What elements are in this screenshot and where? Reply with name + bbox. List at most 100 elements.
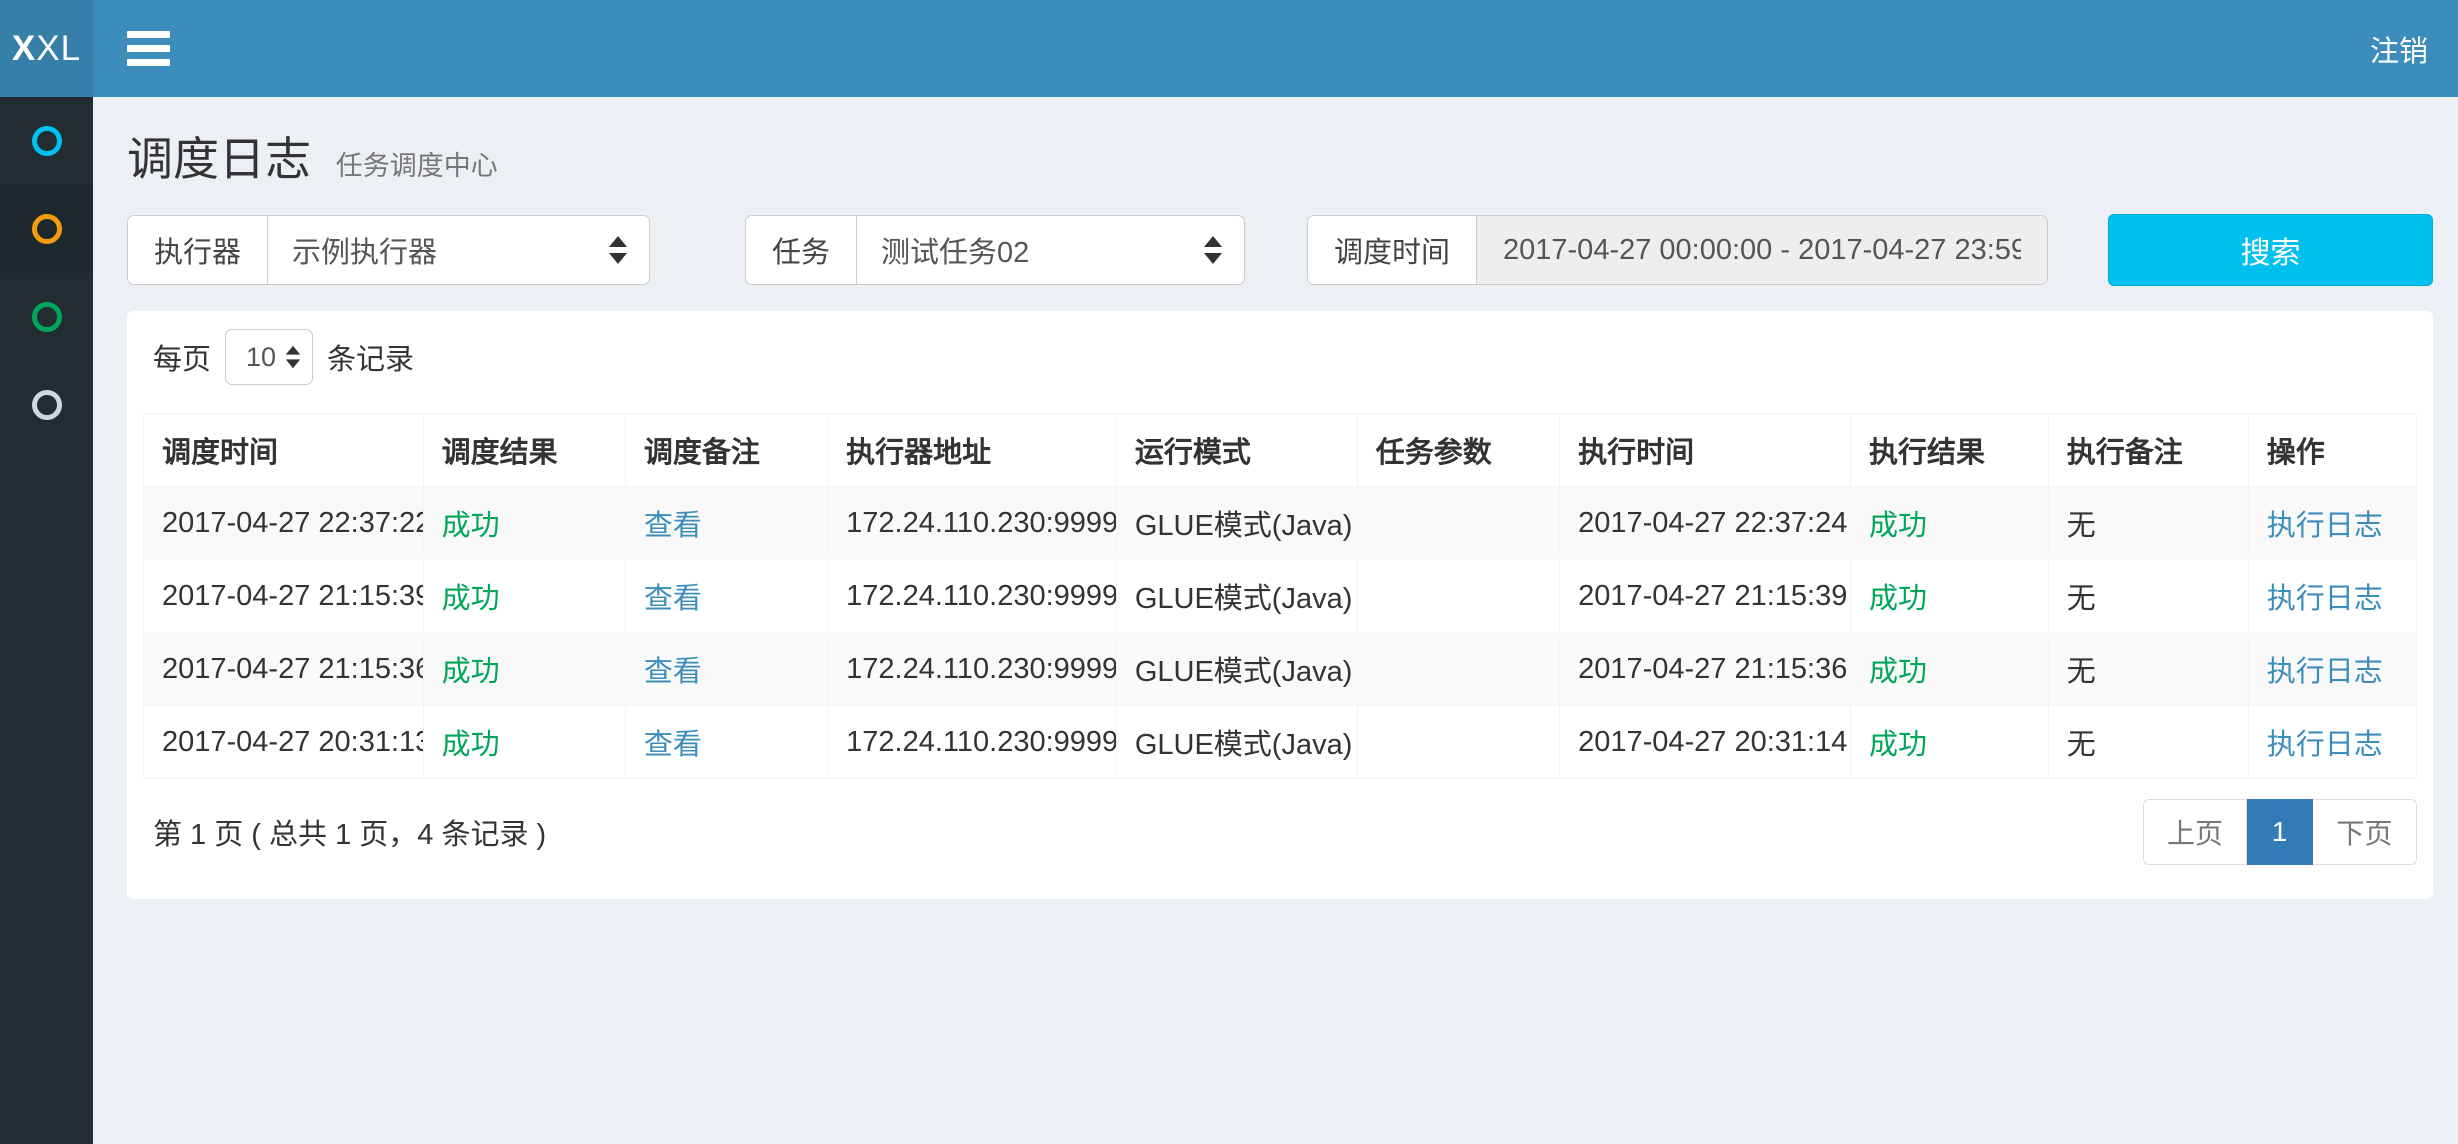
content-area: 调度日志 任务调度中心 执行器 示例执行器 任务 测试任务02 调度时间 搜索 … <box>93 97 2458 1144</box>
cell-text <box>1357 706 1559 779</box>
select-arrows-icon <box>1204 236 1222 264</box>
cell-text: 2017-04-27 21:15:36 <box>144 633 424 706</box>
view-trigger-msg-link[interactable]: 查看 <box>644 510 702 542</box>
sidebar-menu-item-3[interactable] <box>0 273 93 361</box>
top-navbar: XXL 注销 <box>0 0 2458 97</box>
cell-text: 2017-04-27 22:37:22 <box>144 487 424 560</box>
current-page-button[interactable]: 1 <box>2247 799 2313 865</box>
pagination: 上页 1 下页 <box>2143 799 2417 865</box>
select-arrows-icon <box>609 236 627 264</box>
job-selected-value: 测试任务02 <box>881 229 1029 271</box>
column-header-2: 调度结果 <box>423 414 625 487</box>
circle-icon <box>32 126 62 156</box>
column-header-6: 任务参数 <box>1357 414 1559 487</box>
navbar: 注销 <box>93 0 2458 97</box>
view-trigger-msg-link[interactable]: 查看 <box>644 656 702 688</box>
cell-text <box>1357 560 1559 633</box>
cell-text: 无 <box>2048 487 2248 560</box>
app-logo[interactable]: XXL <box>0 0 93 97</box>
page-length-value: 10 <box>246 342 276 373</box>
prev-page-button[interactable]: 上页 <box>2143 799 2247 865</box>
cell-text: 2017-04-27 22:37:24 <box>1560 487 1851 560</box>
trigger-time-filter-group: 调度时间 <box>1307 215 2048 285</box>
sidebar-menu-item-4[interactable] <box>0 361 93 449</box>
executor-select[interactable]: 示例执行器 <box>267 216 649 284</box>
status-text: 成功 <box>1869 729 1927 761</box>
search-button[interactable]: 搜索 <box>2108 214 2433 286</box>
circle-icon <box>32 302 62 332</box>
status-text: 成功 <box>1869 583 1927 615</box>
exec-log-link[interactable]: 执行日志 <box>2267 510 2383 542</box>
hamburger-icon <box>127 59 170 66</box>
cell-text: 2017-04-27 20:31:13 <box>144 706 424 779</box>
sidebar-menu-item-2[interactable] <box>0 185 93 273</box>
log-table-panel: 每页 10 条记录 调度时间调度结果调度备注执行器地址运行模式任务参数执行时间执… <box>127 311 2433 899</box>
log-table: 调度时间调度结果调度备注执行器地址运行模式任务参数执行时间执行结果执行备注操作 … <box>143 413 2417 779</box>
job-select[interactable]: 测试任务02 <box>856 216 1244 284</box>
cell-text: 2017-04-27 20:31:14 <box>1560 706 1851 779</box>
table-row: 2017-04-27 21:15:36 成功 查看 172.24.110.230:99… <box>144 633 2417 706</box>
app-logo-rest: XL <box>36 29 81 69</box>
exec-log-link[interactable]: 执行日志 <box>2267 583 2383 615</box>
cell-text: 2017-04-27 21:15:39 <box>1560 560 1851 633</box>
hamburger-icon <box>127 31 170 38</box>
view-trigger-msg-link[interactable]: 查看 <box>644 583 702 615</box>
table-row: 2017-04-27 20:31:13 成功 查看 172.24.110.230:99… <box>144 706 2417 779</box>
cell-text: GLUE模式(Java) <box>1116 487 1357 560</box>
pagination-info: 第 1 页 ( 总共 1 页，4 条记录 ) <box>153 811 546 853</box>
column-header-4: 执行器地址 <box>828 414 1117 487</box>
cell-text: 2017-04-27 21:15:36 <box>1560 633 1851 706</box>
column-header-8: 执行结果 <box>1851 414 2049 487</box>
circle-icon <box>32 390 62 420</box>
cell-text: 172.24.110.230:9999 <box>828 487 1117 560</box>
sidebar-toggle-button[interactable] <box>93 0 204 97</box>
exec-log-link[interactable]: 执行日志 <box>2267 729 2383 761</box>
status-text: 成功 <box>442 656 500 688</box>
trigger-time-label: 调度时间 <box>1308 216 1476 284</box>
cell-text <box>1357 633 1559 706</box>
page-title: 调度日志 <box>127 133 311 185</box>
next-page-button[interactable]: 下页 <box>2313 799 2417 865</box>
cell-text: 无 <box>2048 633 2248 706</box>
cell-text: GLUE模式(Java) <box>1116 706 1357 779</box>
table-footer: 第 1 页 ( 总共 1 页，4 条记录 ) 上页 1 下页 <box>143 799 2417 865</box>
status-text: 成功 <box>1869 510 1927 542</box>
exec-log-link[interactable]: 执行日志 <box>2267 656 2383 688</box>
column-header-10: 操作 <box>2248 414 2416 487</box>
cell-text: 172.24.110.230:9999 <box>828 633 1117 706</box>
job-filter-group: 任务 测试任务02 <box>745 215 1245 285</box>
column-header-7: 执行时间 <box>1560 414 1851 487</box>
column-header-3: 调度备注 <box>625 414 827 487</box>
cell-text: 172.24.110.230:9999 <box>828 706 1117 779</box>
logout-link[interactable]: 注销 <box>2340 28 2458 70</box>
view-trigger-msg-link[interactable]: 查看 <box>644 729 702 761</box>
cell-text: GLUE模式(Java) <box>1116 633 1357 706</box>
filter-bar: 执行器 示例执行器 任务 测试任务02 调度时间 搜索 <box>93 215 2458 285</box>
circle-icon <box>32 214 62 244</box>
cell-text: 2017-04-27 21:15:39 <box>144 560 424 633</box>
trigger-time-range-input[interactable] <box>1476 216 2047 284</box>
status-text: 成功 <box>1869 656 1927 688</box>
page-length-row: 每页 10 条记录 <box>143 329 2417 385</box>
status-text: 成功 <box>442 729 500 761</box>
page-header: 调度日志 任务调度中心 <box>93 97 2458 215</box>
cell-text: 无 <box>2048 560 2248 633</box>
page-length-select[interactable]: 10 <box>225 329 313 385</box>
job-label: 任务 <box>746 216 856 284</box>
sidebar <box>0 97 93 1144</box>
table-row: 2017-04-27 22:37:22 成功 查看 172.24.110.230:99… <box>144 487 2417 560</box>
column-header-1: 调度时间 <box>144 414 424 487</box>
page-length-prefix: 每页 <box>153 336 211 378</box>
column-header-5: 运行模式 <box>1116 414 1357 487</box>
table-row: 2017-04-27 21:15:39成功查看172.24.110.230:99… <box>144 560 2417 633</box>
cell-text <box>1357 487 1559 560</box>
select-arrows-icon <box>286 346 300 368</box>
page-subtitle: 任务调度中心 <box>336 151 498 181</box>
page-length-suffix: 条记录 <box>327 336 414 378</box>
sidebar-menu-item-1[interactable] <box>0 97 93 185</box>
executor-selected-value: 示例执行器 <box>292 229 437 271</box>
cell-text: 无 <box>2048 706 2248 779</box>
column-header-9: 执行备注 <box>2048 414 2248 487</box>
status-text: 成功 <box>442 583 500 615</box>
app-logo-bold: X <box>12 29 36 69</box>
